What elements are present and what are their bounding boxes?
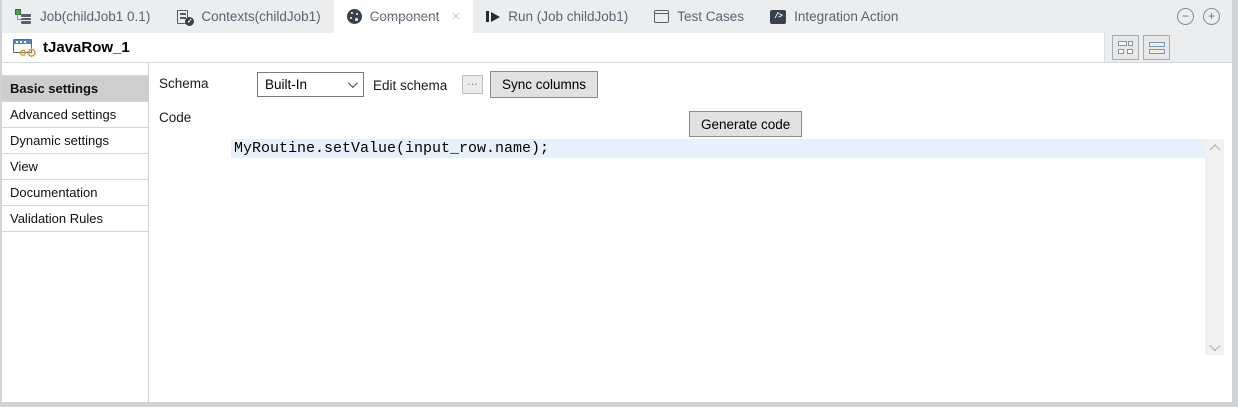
code-label: Code — [159, 110, 191, 125]
schema-label: Schema — [159, 76, 209, 91]
window-frame: Job(childJob1 0.1) ✓ Contexts(childJob1)… — [0, 0, 1238, 407]
tjavarow-component-icon: ⚙ ⚙ — [13, 39, 35, 56]
edit-schema-label: Edit schema — [373, 78, 447, 93]
scroll-up-icon[interactable] — [1209, 144, 1220, 155]
tab-contexts[interactable]: ✓ Contexts(childJob1) — [163, 0, 333, 33]
view-tab-bar: Job(childJob1 0.1) ✓ Contexts(childJob1)… — [2, 0, 1232, 33]
tab-contexts-label: Contexts(childJob1) — [201, 9, 320, 24]
tab-run[interactable]: Run (Job childJob1) — [473, 0, 641, 33]
scroll-down-icon[interactable] — [1209, 340, 1220, 351]
schema-type-value: Built-In — [265, 77, 307, 92]
tab-job[interactable]: Job(childJob1 0.1) — [2, 0, 163, 33]
view-window-buttons: − + — [1177, 0, 1220, 33]
sidebar-item-basic-settings[interactable]: Basic settings — [2, 76, 148, 102]
layout-toggle-strip — [1104, 33, 1232, 62]
sidebar-item-view[interactable]: View — [2, 154, 148, 180]
sidebar-item-validation-rules[interactable]: Validation Rules — [2, 206, 148, 232]
schema-type-select[interactable]: Built-In — [257, 72, 364, 97]
vertical-scrollbar[interactable] — [1205, 139, 1224, 355]
sidebar-item-documentation[interactable]: Documentation — [2, 180, 148, 206]
maximize-icon[interactable]: + — [1203, 8, 1220, 25]
basic-settings-panel: Schema Built-In Edit schema … Sync colum… — [149, 63, 1232, 402]
code-editor[interactable]: MyRoutine.setValue(input_row.name); — [231, 139, 1224, 355]
settings-sidebar: Basic settings Advanced settings Dynamic… — [2, 63, 149, 402]
rows-layout-toggle-button[interactable] — [1143, 35, 1170, 60]
tab-run-label: Run (Job childJob1) — [508, 9, 628, 24]
generate-code-button[interactable]: Generate code — [689, 111, 802, 137]
component-header: ⚙ ⚙ tJavaRow_1 — [2, 33, 1232, 63]
sidebar-item-dynamic-settings[interactable]: Dynamic settings — [2, 128, 148, 154]
close-icon[interactable]: × — [451, 9, 460, 24]
page-title: tJavaRow_1 — [43, 39, 130, 56]
component-body: Basic settings Advanced settings Dynamic… — [2, 63, 1232, 402]
job-icon — [15, 9, 32, 25]
rows-layout-icon — [1149, 42, 1165, 54]
component-view: Job(childJob1 0.1) ✓ Contexts(childJob1)… — [2, 0, 1232, 402]
run-play-icon — [486, 11, 500, 22]
contexts-icon: ✓ — [176, 9, 193, 25]
sync-columns-button[interactable]: Sync columns — [490, 71, 598, 98]
minimize-icon[interactable]: − — [1177, 8, 1194, 25]
chevron-down-icon — [348, 78, 358, 88]
tab-test-cases[interactable]: Test Cases — [641, 0, 757, 33]
grid-layout-icon — [1118, 41, 1133, 54]
code-editor-line-1[interactable]: MyRoutine.setValue(input_row.name); — [231, 139, 1205, 158]
tab-integration-action[interactable]: /> Integration Action — [757, 0, 911, 33]
grid-layout-toggle-button[interactable] — [1112, 35, 1139, 60]
tab-test-cases-label: Test Cases — [677, 9, 744, 24]
sidebar-item-advanced-settings[interactable]: Advanced settings — [2, 102, 148, 128]
component-palette-icon — [347, 9, 362, 24]
edit-schema-ellipsis-button[interactable]: … — [462, 75, 483, 94]
tab-component[interactable]: Component × — [334, 0, 474, 33]
integration-action-icon: /> — [770, 10, 786, 24]
test-cases-window-icon — [654, 10, 669, 23]
tab-job-label: Job(childJob1 0.1) — [40, 9, 150, 24]
tab-integration-action-label: Integration Action — [794, 9, 898, 24]
tab-component-label: Component — [370, 9, 440, 24]
settings-category-list: Basic settings Advanced settings Dynamic… — [2, 75, 148, 232]
